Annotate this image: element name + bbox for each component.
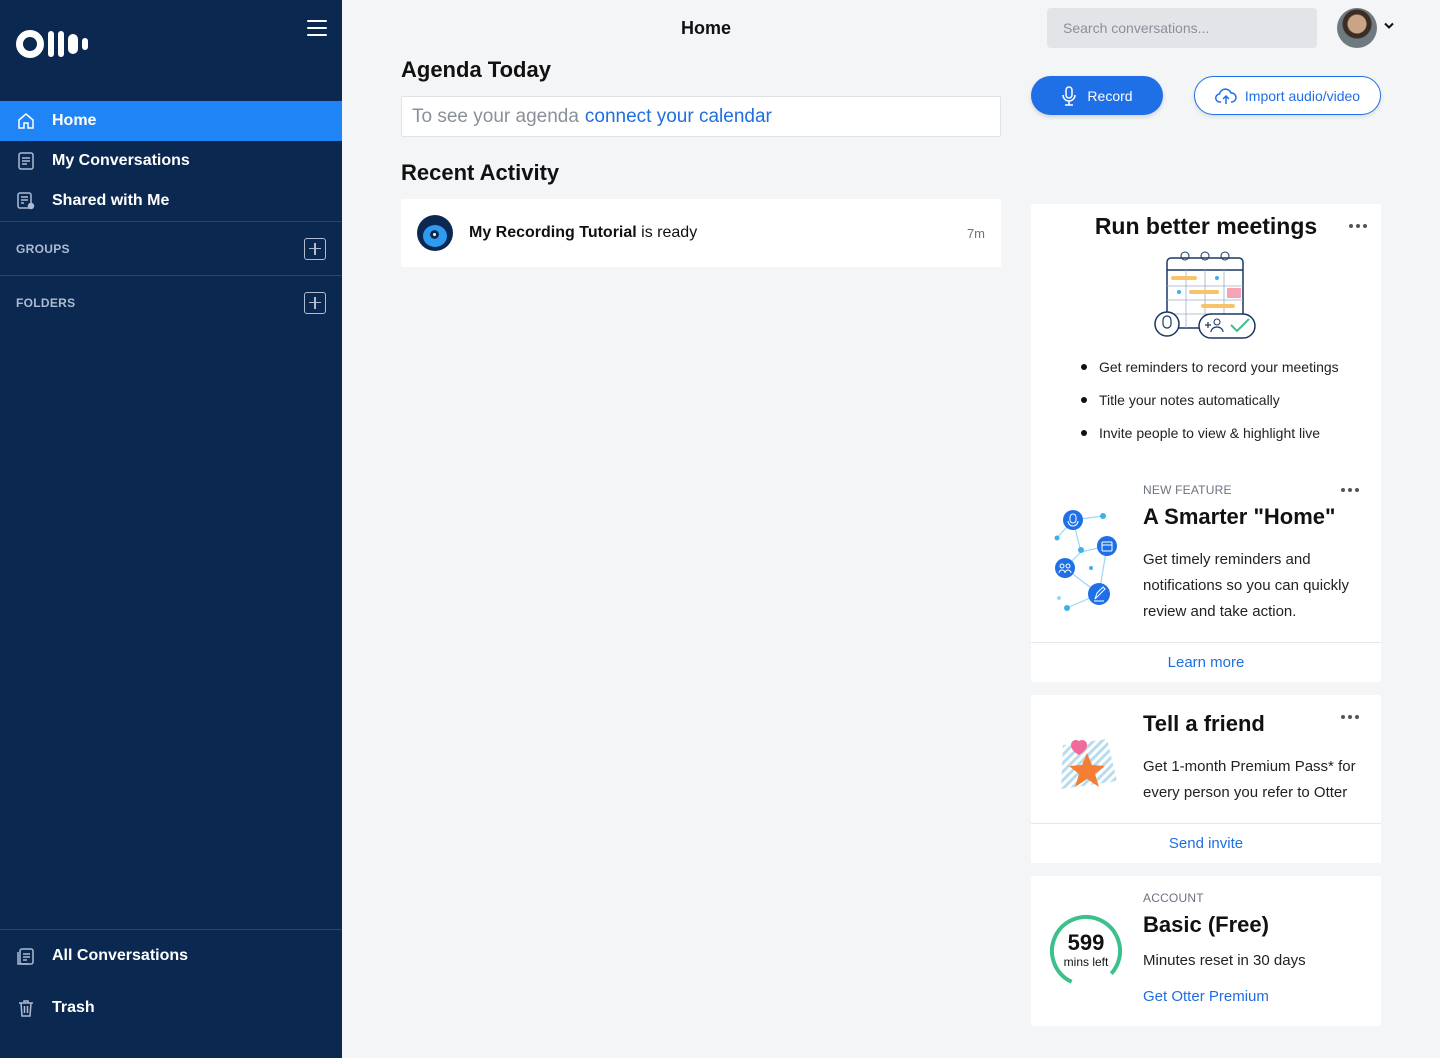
record-label: Record — [1087, 87, 1133, 104]
conversations-icon — [16, 151, 36, 171]
activity-item[interactable]: My Recording Tutorial is ready 7m — [401, 199, 1001, 267]
trash-icon — [16, 998, 36, 1018]
agenda-box: To see your agenda connect your calendar — [401, 96, 1001, 137]
account-eyebrow: ACCOUNT — [1143, 891, 1204, 905]
add-folder-icon[interactable] — [304, 291, 326, 314]
feature-title: A Smarter "Home" — [1143, 504, 1336, 529]
agenda-title: Agenda Today — [401, 57, 551, 82]
new-feature-eyebrow: NEW FEATURE — [1143, 483, 1232, 497]
shared-icon — [16, 191, 36, 211]
calendar-illustration-icon — [1154, 251, 1256, 339]
page-title: Home — [681, 18, 732, 38]
sidebar-item-label: My Conversations — [52, 152, 190, 169]
feature-body: Get timely reminders and notifications s… — [1143, 551, 1349, 620]
get-premium-link[interactable]: Get Otter Premium — [1143, 984, 1269, 1010]
list-item: Title your notes automatically — [1081, 383, 1339, 416]
star-gift-icon — [1061, 739, 1117, 789]
cloud-upload-icon — [1214, 87, 1237, 104]
referral-title: Tell a friend — [1143, 711, 1265, 736]
sidebar: Home My Conversations Shared with Me GRO… — [0, 0, 342, 1058]
more-options-icon[interactable] — [1341, 715, 1359, 719]
chevron-down-icon[interactable] — [1384, 22, 1394, 30]
sidebar-item-my-conversations[interactable]: My Conversations — [0, 141, 342, 181]
all-conversations-icon — [16, 946, 36, 966]
groups-label: GROUPS — [16, 241, 70, 256]
activity-text: My Recording Tutorial is ready — [469, 224, 967, 242]
network-illustration-icon — [1054, 510, 1117, 611]
learn-more-link[interactable]: Learn more — [1031, 642, 1381, 682]
otter-logo[interactable] — [16, 30, 88, 58]
sidebar-item-label: Shared with Me — [52, 192, 170, 209]
minutes-reset-text: Minutes reset in 30 days — [1143, 952, 1306, 969]
folders-section: FOLDERS — [0, 276, 342, 329]
onboarding-card: Run better meetings Get reminders to rec… — [1031, 204, 1381, 682]
agenda-prompt: To see your agenda — [412, 105, 579, 127]
otter-avatar-icon — [417, 215, 453, 251]
sidebar-item-label: All Conversations — [52, 947, 189, 964]
groups-section: GROUPS — [0, 222, 342, 275]
send-invite-link[interactable]: Send invite — [1031, 823, 1381, 863]
sidebar-item-trash[interactable]: Trash — [0, 982, 342, 1034]
sidebar-bottom-nav: All Conversations Trash — [0, 929, 342, 1034]
minutes-left-value: 599 — [1067, 930, 1105, 955]
referral-body: Get 1-month Premium Pass* for every pers… — [1143, 758, 1356, 801]
meetings-title: Run better meetings — [1094, 213, 1318, 239]
activity-time: 7m — [966, 225, 985, 241]
sidebar-item-all-conversations[interactable]: All Conversations — [0, 930, 342, 982]
list-item: Get reminders to record your meetings — [1081, 350, 1339, 383]
sidebar-item-label: Trash — [52, 999, 95, 1016]
more-options-icon[interactable] — [1349, 224, 1367, 228]
recent-activity-title: Recent Activity — [401, 160, 560, 185]
menu-icon[interactable] — [307, 20, 327, 36]
add-group-icon[interactable] — [304, 237, 326, 260]
meetings-bullet-list: Get reminders to record your meetings Ti… — [1081, 350, 1339, 449]
sidebar-item-home[interactable]: Home — [0, 101, 342, 141]
record-button[interactable]: Record — [1031, 76, 1163, 115]
list-item: Invite people to view & highlight live — [1081, 416, 1339, 449]
sidebar-item-shared-with-me[interactable]: Shared with Me — [0, 181, 342, 221]
activity-status: is ready — [641, 224, 698, 241]
sidebar-item-label: Home — [52, 112, 97, 129]
home-icon — [16, 111, 36, 131]
import-label: Import audio/video — [1244, 87, 1361, 104]
minutes-left-label: mins left — [1063, 955, 1109, 969]
more-options-icon[interactable] — [1341, 488, 1359, 492]
activity-name: My Recording Tutorial — [469, 224, 637, 241]
folders-label: FOLDERS — [16, 295, 76, 310]
account-card: 599 mins left ACCOUNT Basic (Free) Minut… — [1031, 876, 1381, 1026]
search-input[interactable] — [1047, 8, 1317, 48]
avatar[interactable] — [1337, 8, 1377, 48]
sidebar-nav: Home My Conversations Shared with Me GRO… — [0, 101, 342, 329]
plan-title: Basic (Free) — [1143, 912, 1269, 937]
microphone-icon — [1062, 85, 1077, 106]
import-button[interactable]: Import audio/video — [1194, 76, 1381, 115]
referral-card: Tell a friend Get 1-month Premium Pass* … — [1031, 695, 1381, 863]
connect-calendar-link[interactable]: connect your calendar — [585, 106, 772, 128]
